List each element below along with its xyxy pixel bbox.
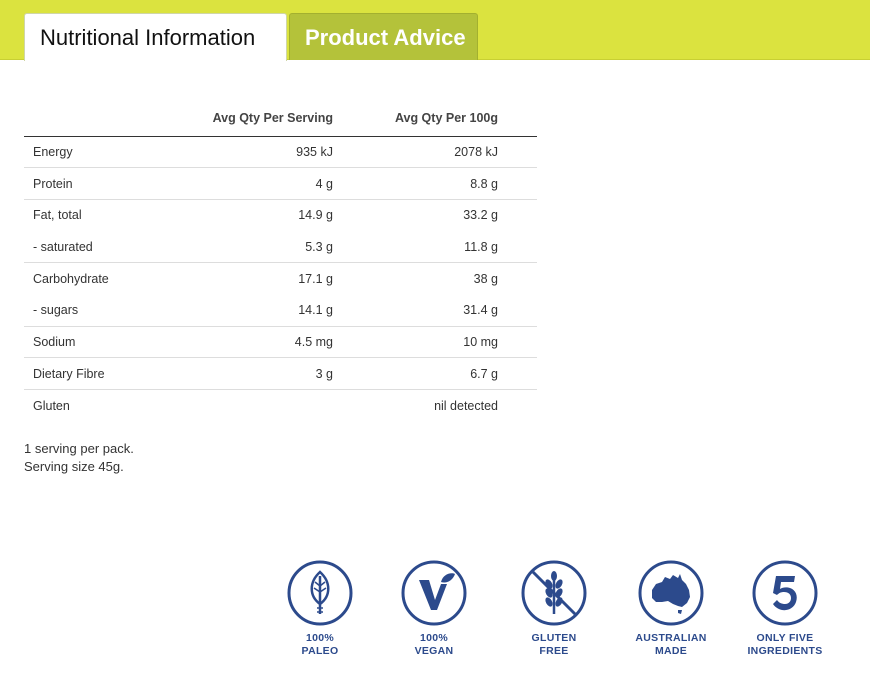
gluten-free-wheat-icon <box>521 560 587 626</box>
badge-label-line2: PALEO <box>301 645 339 657</box>
nutrient-name: Dietary Fibre <box>24 357 174 390</box>
per-100g-value: 31.4 g <box>463 303 498 318</box>
nutrient-name: Energy <box>33 144 73 159</box>
nutrient-name: Gluten <box>24 389 174 422</box>
per-serving-value: 17.1 g <box>174 262 333 295</box>
table-row: Energy 935 kJ 2078 kJ <box>24 136 537 168</box>
per-serving-value: 14.1 g <box>298 303 333 318</box>
nutrient-name: - saturated <box>33 239 93 254</box>
badge-vegan: 100% VEGAN <box>374 560 494 658</box>
per-100g-value: 38 g <box>333 262 498 295</box>
column-header-nutrient <box>24 100 174 137</box>
badge-paleo: 100% PALEO <box>260 560 380 658</box>
nutrition-table: Avg Qty Per Serving Avg Qty Per 100g Ene… <box>24 100 537 422</box>
per-serving-value: 935 kJ <box>296 144 333 159</box>
per-serving-value: 4.5 mg <box>174 325 333 358</box>
per-serving-value: 5.3 g <box>305 239 333 254</box>
table-row: Dietary Fibre 3 g 6.7 g <box>24 357 537 390</box>
per-serving-value <box>174 389 333 422</box>
vegan-v-icon <box>401 560 467 626</box>
serving-info: 1 serving per pack. Serving size 45g. <box>24 440 134 476</box>
paleo-leaf-icon <box>287 560 353 626</box>
badge-label-line2: FREE <box>539 645 569 657</box>
badge-australian-made: AUSTRALIAN MADE <box>611 560 731 658</box>
australia-map-icon <box>638 560 704 626</box>
per-100g-value: 8.8 g <box>333 167 498 200</box>
tab-nutritional-information[interactable]: Nutritional Information <box>24 13 287 61</box>
per-serving-value: 3 g <box>174 357 333 390</box>
table-row: - saturated 5.3 g 11.8 g <box>24 231 537 263</box>
per-serving-value: 4 g <box>174 167 333 200</box>
nutrient-name: Carbohydrate <box>24 262 174 295</box>
badge-label-line2: MADE <box>654 645 688 657</box>
nutrient-name: - sugars <box>33 303 79 318</box>
per-100g-value: 10 mg <box>333 325 498 358</box>
table-row: Gluten nil detected <box>24 389 537 422</box>
table-row: Sodium 4.5 mg 10 mg <box>24 325 537 358</box>
table-row: Fat, total 14.9 g 33.2 g <box>24 198 537 232</box>
per-100g-value: nil detected <box>333 389 498 422</box>
table-row: Carbohydrate 17.1 g 38 g <box>24 262 537 295</box>
table-row: - sugars 14.1 g 31.4 g <box>24 294 537 326</box>
table-header-row: Avg Qty Per Serving Avg Qty Per 100g <box>24 100 537 137</box>
badge-gluten-free: GLUTEN FREE <box>494 560 614 658</box>
per-100g-value: 33.2 g <box>333 198 498 232</box>
badge-only-five-ingredients: ONLY FIVE INGREDIENTS <box>725 560 845 658</box>
badge-label-line2: INGREDIENTS <box>747 645 823 657</box>
per-100g-value: 11.8 g <box>464 239 498 254</box>
tab-product-advice[interactable]: Product Advice <box>289 13 478 60</box>
badge-label-line2: VEGAN <box>414 645 454 657</box>
table-row: Protein 4 g 8.8 g <box>24 167 537 200</box>
badge-label-line1: AUSTRALIAN <box>635 632 707 644</box>
badge-label-line1: 100% <box>305 632 335 644</box>
per-100g-value: 2078 kJ <box>454 144 498 159</box>
nutrient-name: Sodium <box>24 325 174 358</box>
five-icon <box>752 560 818 626</box>
serving-size: Serving size 45g. <box>24 459 124 474</box>
badge-label-line1: 100% <box>419 632 449 644</box>
column-header-per-serving: Avg Qty Per Serving <box>174 100 333 137</box>
servings-per-pack: 1 serving per pack. <box>24 441 134 456</box>
nutrient-name: Protein <box>24 167 174 200</box>
per-serving-value: 14.9 g <box>174 198 333 232</box>
badge-label-line1: ONLY FIVE <box>756 632 814 644</box>
nutrient-name: Fat, total <box>24 198 174 232</box>
badge-label-line1: GLUTEN <box>531 632 577 644</box>
per-100g-value: 6.7 g <box>333 357 498 390</box>
column-header-per-100g: Avg Qty Per 100g <box>333 100 498 137</box>
